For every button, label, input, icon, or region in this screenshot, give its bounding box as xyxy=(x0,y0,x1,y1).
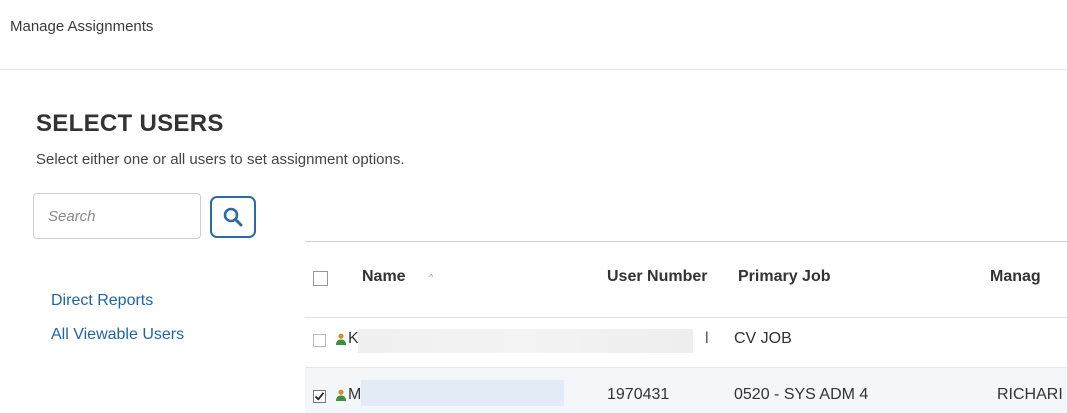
page-title: Manage Assignments xyxy=(10,18,154,35)
sort-ascending-icon: ^ xyxy=(429,272,434,282)
table-header-divider xyxy=(305,317,1067,318)
row-name-initial: M xyxy=(348,386,362,403)
table-top-border xyxy=(305,241,1067,242)
row-manager: RICHARI xyxy=(997,386,1063,403)
direct-reports-link[interactable]: Direct Reports xyxy=(51,292,153,310)
column-header-primary-job[interactable]: Primary Job xyxy=(738,268,830,286)
column-header-manager[interactable]: Manag xyxy=(990,268,1041,286)
column-header-name[interactable]: Name xyxy=(362,268,406,286)
checkmark-icon xyxy=(314,392,325,401)
row-user-number: l xyxy=(705,330,709,347)
row-checkbox-checked[interactable] xyxy=(313,390,326,403)
select-all-checkbox[interactable] xyxy=(313,271,328,286)
redacted-name xyxy=(361,380,564,406)
all-viewable-users-link[interactable]: All Viewable Users xyxy=(51,326,184,344)
row-checkbox[interactable] xyxy=(313,334,326,347)
section-description: Select either one or all users to set as… xyxy=(36,151,405,168)
row-user-number: 1970431 xyxy=(607,386,670,403)
column-header-user-number[interactable]: User Number xyxy=(607,268,707,286)
user-icon xyxy=(336,389,346,401)
header-divider xyxy=(0,69,1067,70)
search-input[interactable] xyxy=(33,193,201,239)
search-icon xyxy=(223,207,243,227)
redacted-name xyxy=(358,329,693,353)
user-icon xyxy=(336,333,346,345)
search-button[interactable] xyxy=(210,196,256,238)
row-primary-job: CV JOB xyxy=(734,330,792,347)
section-heading: SELECT USERS xyxy=(36,110,224,137)
row-primary-job: 0520 - SYS ADM 4 xyxy=(734,386,869,403)
